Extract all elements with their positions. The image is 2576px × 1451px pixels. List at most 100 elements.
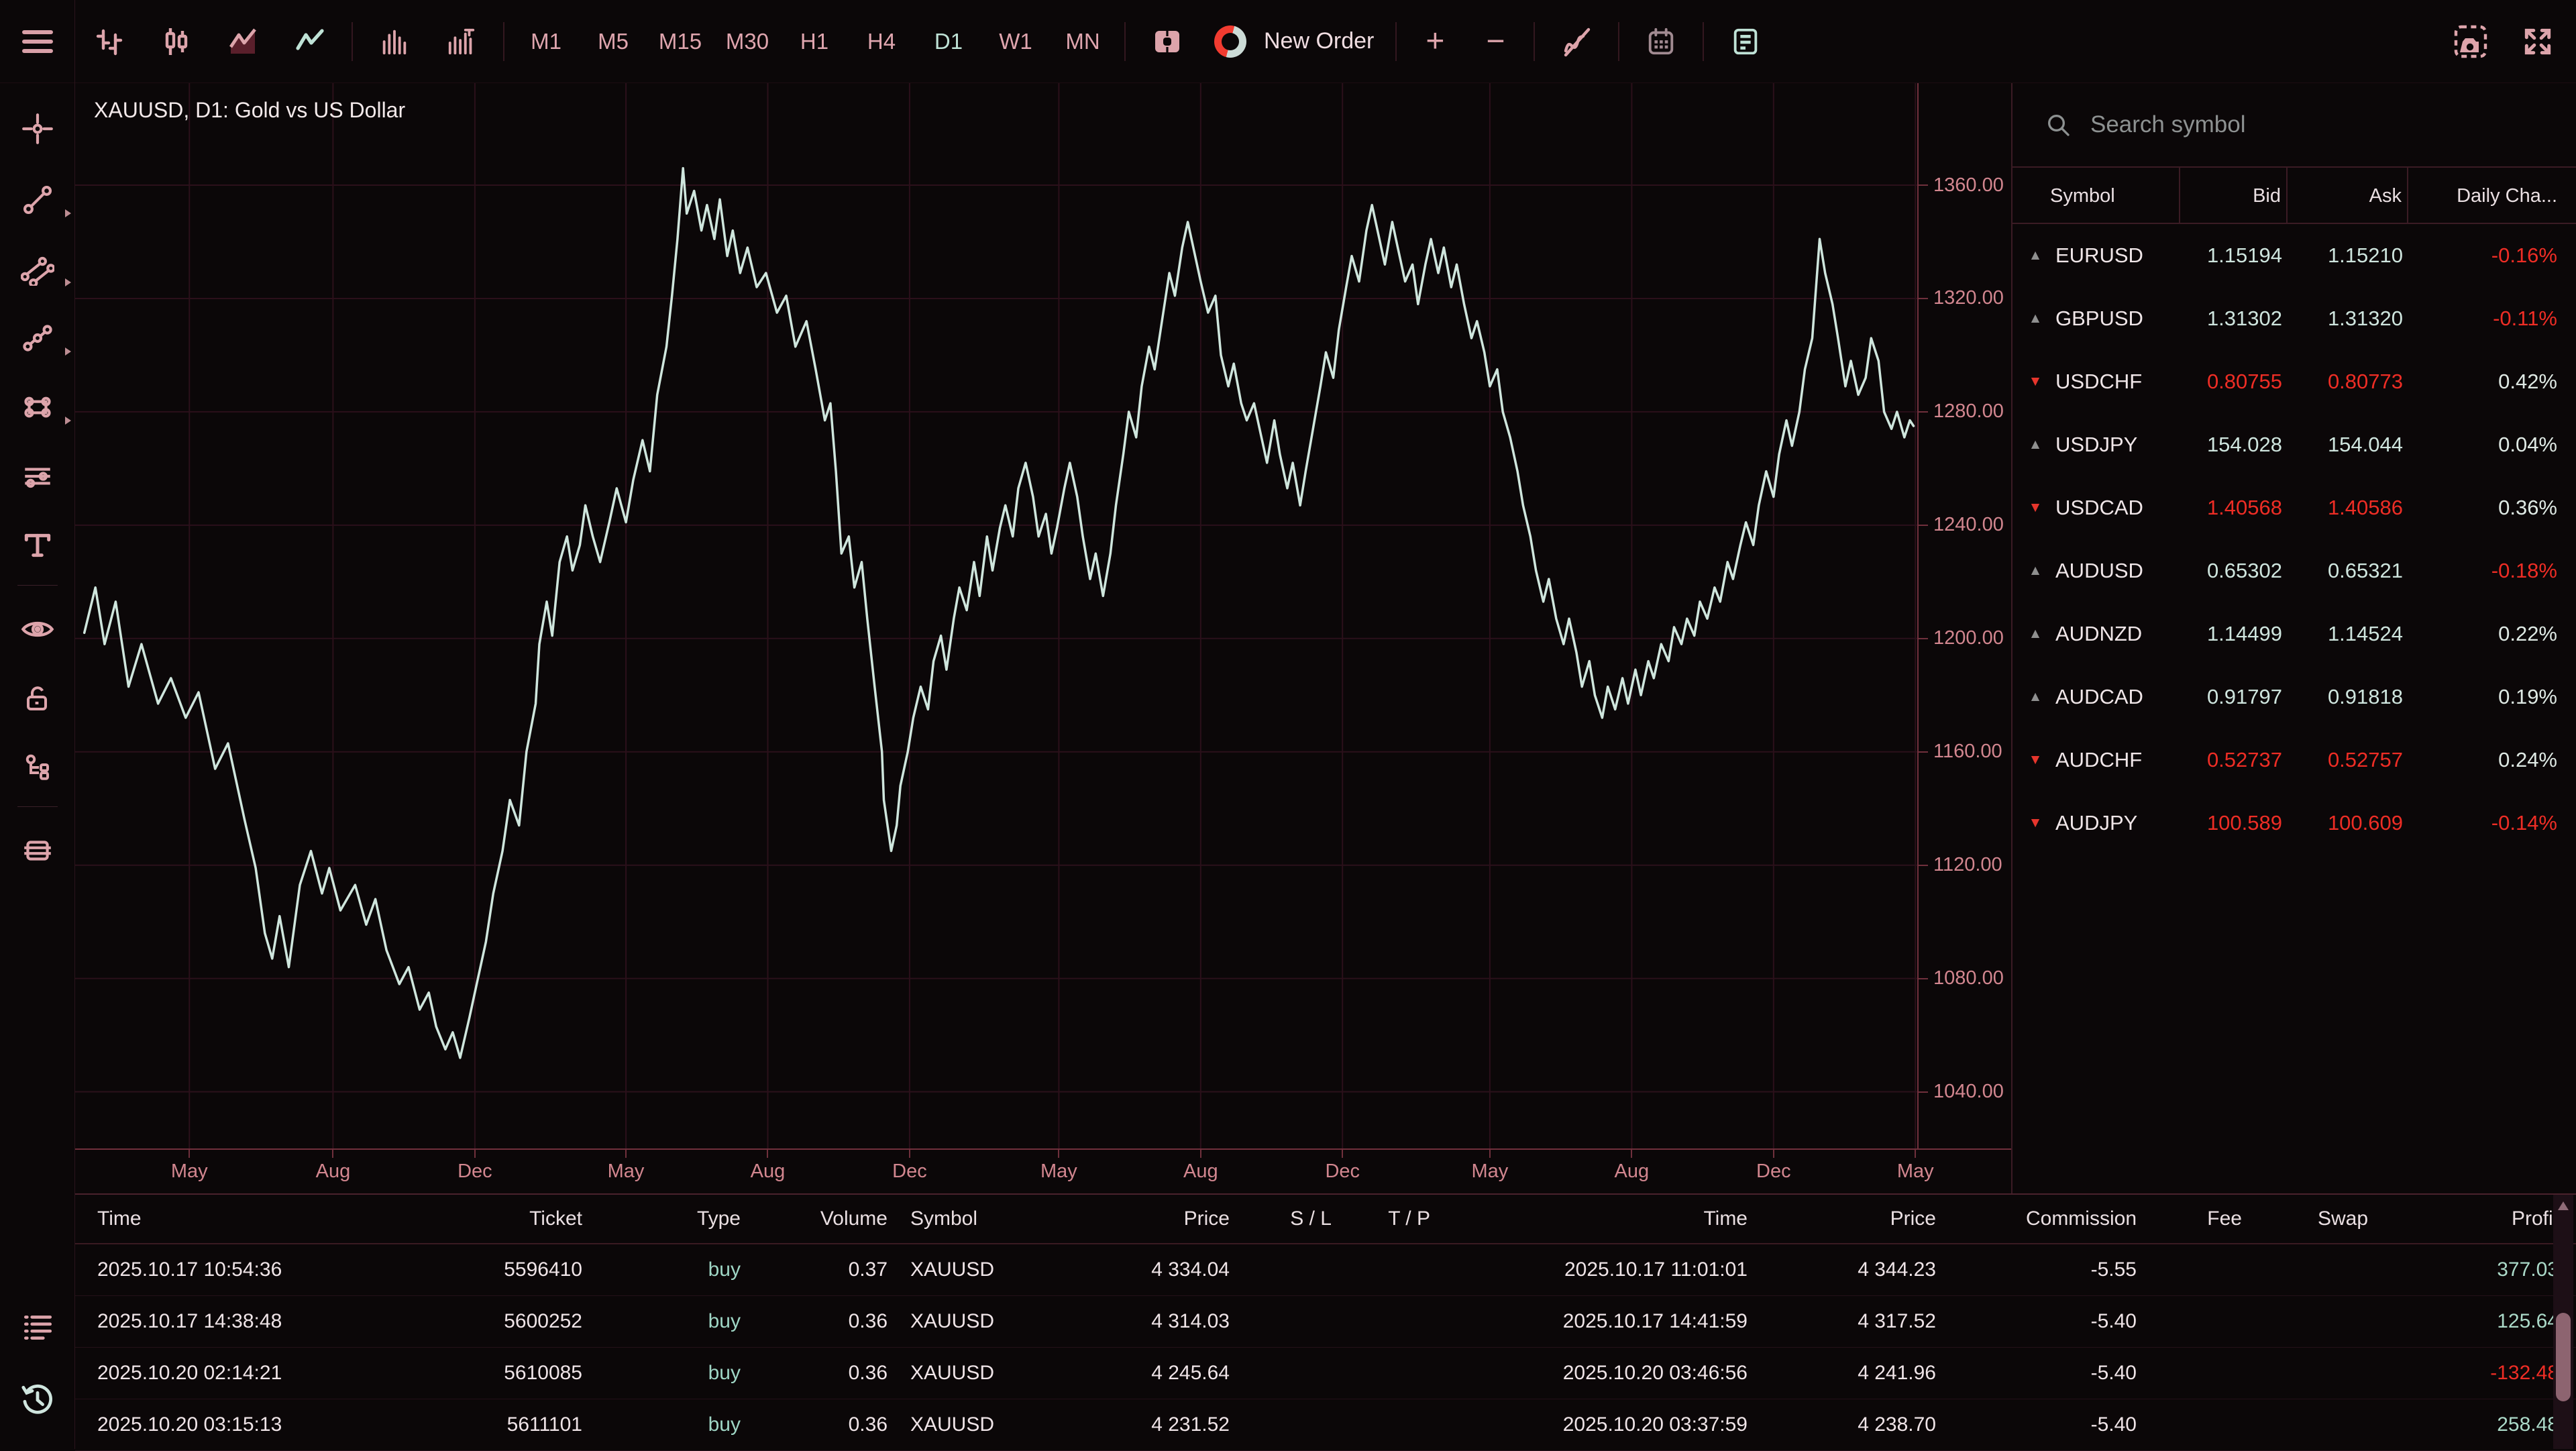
shapes-tool[interactable]: [0, 386, 75, 429]
time-axis-label: Dec: [458, 1161, 492, 1183]
timeframe-D1[interactable]: D1: [915, 29, 982, 54]
volumes-button[interactable]: [361, 0, 428, 83]
market-watch-row-USDCAD[interactable]: ▼USDCAD1.405681.405860.36%: [2012, 476, 2576, 539]
timeframe-H1[interactable]: H1: [781, 29, 848, 54]
market-watch-row-AUDJPY[interactable]: ▼AUDJPY100.589100.609-0.14%: [2012, 792, 2576, 855]
levels-tool[interactable]: [0, 455, 75, 498]
market-watch-row-AUDCAD[interactable]: ▲AUDCAD0.917970.918180.19%: [2012, 665, 2576, 729]
delete-objects-tool[interactable]: [0, 829, 75, 872]
history-col-price-9[interactable]: Price: [1752, 1207, 1940, 1230]
channel-tool[interactable]: [0, 248, 75, 290]
menu-button[interactable]: [0, 0, 75, 83]
object-manager-button[interactable]: [0, 1305, 75, 1348]
timeframe-W1[interactable]: W1: [982, 29, 1049, 54]
timeframe-M15[interactable]: M15: [647, 29, 714, 54]
symbol-search[interactable]: [2012, 83, 2576, 168]
cell-price-close: 4 241.96: [1752, 1362, 1940, 1385]
polyline-tool[interactable]: [0, 317, 75, 360]
market-watch-row-AUDNZD[interactable]: ▲AUDNZD1.144991.145240.22%: [2012, 602, 2576, 665]
history-col-price-5[interactable]: Price: [1122, 1207, 1234, 1230]
tick-volumes-button[interactable]: [428, 0, 495, 83]
history-button[interactable]: [0, 1378, 75, 1421]
symbol-name: USDJPY: [2055, 433, 2137, 457]
history-col-type-2[interactable]: Type: [586, 1207, 745, 1230]
ask-value: 0.91818: [2288, 685, 2408, 709]
history-col-symbol-4[interactable]: Symbol: [892, 1207, 1122, 1230]
market-watch-col-symbol[interactable]: Symbol: [2012, 168, 2180, 224]
history-col-commission-10[interactable]: Commission: [1940, 1207, 2141, 1230]
history-col-time-8[interactable]: Time: [1434, 1207, 1752, 1230]
visibility-tool[interactable]: [0, 608, 75, 651]
history-col-ticket-1[interactable]: Ticket: [451, 1207, 586, 1230]
calendar-button[interactable]: [1627, 0, 1695, 83]
drawing-tools-sidebar: [0, 83, 75, 1449]
object-list-tool[interactable]: [0, 746, 75, 789]
history-row-5600252[interactable]: 2025.10.17 14:38:485600252buy0.36XAUUSD4…: [75, 1296, 2576, 1348]
market-watch-col-daily-cha-[interactable]: Daily Cha...: [2408, 168, 2576, 224]
market-watch-row-AUDUSD[interactable]: ▲AUDUSD0.653020.65321-0.18%: [2012, 539, 2576, 602]
area-chart-button[interactable]: [209, 0, 276, 83]
history-col-time-0[interactable]: Time: [75, 1207, 451, 1230]
search-symbol-input[interactable]: [2090, 111, 2493, 138]
history-col-fee-11[interactable]: Fee: [2141, 1207, 2246, 1230]
scroll-up-arrow-icon[interactable]: [2558, 1201, 2569, 1210]
time-axis-tick: [909, 1150, 910, 1158]
scrollbar-thumb[interactable]: [2556, 1313, 2571, 1401]
candlestick-chart-button[interactable]: [142, 0, 209, 83]
timeframe-MN[interactable]: MN: [1049, 29, 1116, 54]
history-col-t-p-7[interactable]: T / P: [1336, 1207, 1434, 1230]
unlock-tool[interactable]: [0, 677, 75, 720]
ask-value: 100.609: [2288, 811, 2408, 835]
trend-line-tool[interactable]: [0, 178, 75, 221]
timeframe-H4[interactable]: H4: [848, 29, 915, 54]
history-row-5610085[interactable]: 2025.10.20 02:14:215610085buy0.36XAUUSD4…: [75, 1348, 2576, 1399]
market-watch-row-EURUSD[interactable]: ▲EURUSD1.151941.15210-0.16%: [2012, 224, 2576, 287]
chart-plot-area[interactable]: [75, 83, 1917, 1148]
history-col-s-l-6[interactable]: S / L: [1234, 1207, 1336, 1230]
daily-change-value: 0.04%: [2408, 433, 2576, 457]
market-watch-col-ask[interactable]: Ask: [2288, 168, 2408, 224]
arrow-up-icon: ▲: [2026, 689, 2045, 705]
time-axis-label: Dec: [892, 1161, 927, 1183]
line-chart-button[interactable]: [276, 0, 343, 83]
text-tool[interactable]: [0, 524, 75, 567]
zoom-in-button[interactable]: +: [1405, 25, 1465, 58]
indicators-button[interactable]: [1543, 0, 1610, 83]
search-icon: [2045, 111, 2072, 138]
timeframe-M1[interactable]: M1: [513, 29, 580, 54]
zoom-out-button[interactable]: −: [1465, 25, 1525, 58]
daily-change-value: 0.42%: [2408, 370, 2576, 394]
cell-volume: 0.36: [745, 1362, 892, 1385]
market-watch-col-bid[interactable]: Bid: [2180, 168, 2288, 224]
timeframe-M30[interactable]: M30: [714, 29, 781, 54]
arrow-down-icon: ▼: [2026, 815, 2045, 831]
bid-value: 0.80755: [2180, 370, 2288, 394]
history-col-profit-13[interactable]: Profit: [2372, 1207, 2563, 1230]
history-table-header[interactable]: TimeTicketTypeVolumeSymbolPriceS / LT / …: [75, 1195, 2576, 1244]
market-watch-row-USDCHF[interactable]: ▼USDCHF0.807550.807730.42%: [2012, 350, 2576, 413]
arrow-down-icon: ▼: [2026, 752, 2045, 768]
fullscreen-button[interactable]: [2514, 0, 2561, 83]
cell-time-close: 2025.10.17 14:41:59: [1434, 1310, 1752, 1333]
history-row-5596410[interactable]: 2025.10.17 10:54:365596410buy0.37XAUUSD4…: [75, 1244, 2576, 1296]
ask-value: 0.65321: [2288, 559, 2408, 583]
journal-button[interactable]: [1712, 0, 1779, 83]
market-watch-row-GBPUSD[interactable]: ▲GBPUSD1.313021.31320-0.11%: [2012, 287, 2576, 350]
crosshair-tool[interactable]: [0, 107, 75, 150]
market-watch-row-USDJPY[interactable]: ▲USDJPY154.028154.0440.04%: [2012, 413, 2576, 476]
cell-commission: -5.40: [1940, 1413, 2141, 1436]
new-order-button[interactable]: New Order: [1214, 25, 1374, 58]
table-scrollbar[interactable]: [2553, 1195, 2573, 1449]
timeframe-M5[interactable]: M5: [580, 29, 647, 54]
history-row-5611101[interactable]: 2025.10.20 03:15:135611101buy0.36XAUUSD4…: [75, 1399, 2576, 1451]
market-watch-row-AUDCHF[interactable]: ▼AUDCHF0.527370.527570.24%: [2012, 729, 2576, 792]
order-window-button[interactable]: [1134, 0, 1201, 83]
market-watch-header[interactable]: SymbolBidAskDaily Cha...: [2012, 168, 2576, 224]
bar-chart-button[interactable]: [75, 0, 142, 83]
time-axis[interactable]: MayAugDecMayAugDecMayAugDecMayAugDecMay: [75, 1148, 2011, 1193]
price-axis[interactable]: 1360.001320.001280.001240.001200.001160.…: [1917, 83, 2011, 1148]
history-col-swap-12[interactable]: Swap: [2246, 1207, 2372, 1230]
history-col-volume-3[interactable]: Volume: [745, 1207, 892, 1230]
time-axis-label: May: [1897, 1161, 1934, 1183]
screenshot-button[interactable]: [2447, 0, 2494, 83]
